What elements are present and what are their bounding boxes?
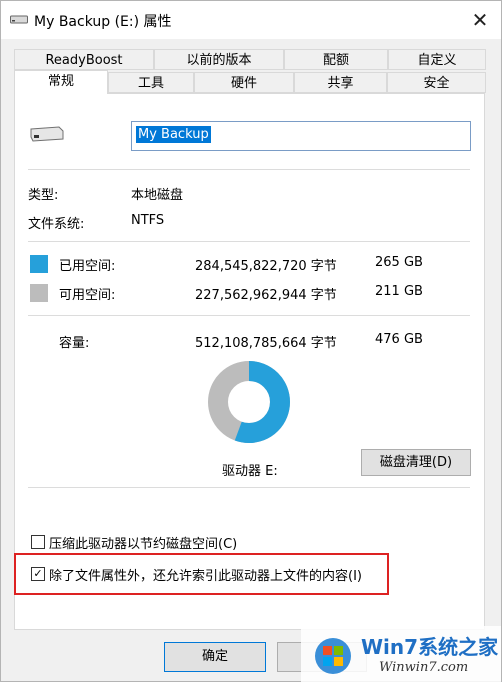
drive-letter-label: 驱动器 E: [222, 464, 278, 479]
capacity-bytes: 512,108,785,664 字节 [195, 336, 337, 351]
tab-customize[interactable]: 自定义 [388, 49, 486, 70]
index-label[interactable]: 除了文件属性外，还允许索引此驱动器上文件的内容(I) [49, 565, 362, 584]
separator [28, 315, 470, 316]
drive-name-input[interactable]: My Backup [131, 121, 471, 151]
tab-quota[interactable]: 配额 [284, 49, 388, 70]
used-space-bytes: 284,545,822,720 字节 [195, 259, 337, 274]
type-value: 本地磁盘 [131, 188, 184, 203]
tab-general[interactable]: 常规 [14, 70, 108, 94]
free-space-label: 可用空间: [59, 288, 116, 303]
ok-button[interactable]: 确定 [164, 642, 266, 672]
type-label: 类型: [28, 188, 59, 203]
usage-donut-chart [208, 361, 290, 443]
watermark-url: Winwin7.com [379, 660, 469, 675]
close-icon[interactable]: ✕ [467, 7, 493, 33]
free-space-swatch [30, 284, 48, 302]
title-bar: My Backup (E:) 属性 ✕ [1, 1, 501, 39]
tab-previous-versions[interactable]: 以前的版本 [154, 49, 284, 70]
tab-hardware[interactable]: 硬件 [194, 72, 294, 93]
separator [28, 487, 470, 488]
separator [28, 169, 470, 170]
filesystem-label: 文件系统: [28, 217, 85, 232]
tab-readyboost[interactable]: ReadyBoost [14, 49, 154, 70]
disk-cleanup-button[interactable]: 磁盘清理(D) [361, 449, 471, 476]
tab-security[interactable]: 安全 [387, 72, 486, 93]
free-space-gb: 211 GB [375, 284, 423, 299]
used-space-label: 已用空间: [59, 259, 116, 274]
hard-drive-icon [30, 126, 64, 142]
properties-window: My Backup (E:) 属性 ✕ ReadyBoost 以前的版本 配额 … [0, 0, 502, 683]
compress-checkbox[interactable] [31, 535, 45, 549]
compress-label[interactable]: 压缩此驱动器以节约磁盘空间(C) [49, 533, 237, 552]
tab-sharing[interactable]: 共享 [294, 72, 387, 93]
capacity-label: 容量: [59, 336, 90, 351]
used-space-swatch [30, 255, 48, 273]
used-space-gb: 265 GB [375, 255, 423, 270]
window-title: My Backup (E:) 属性 [34, 14, 172, 30]
capacity-gb: 476 GB [375, 332, 423, 347]
drive-icon [10, 15, 28, 24]
index-checkbox[interactable]: ✓ [31, 567, 45, 581]
tab-tools[interactable]: 工具 [108, 72, 194, 93]
separator [28, 241, 470, 242]
watermark: Win7系统之家 Winwin7.com [301, 626, 501, 683]
filesystem-value: NTFS [131, 213, 165, 228]
free-space-bytes: 227,562,962,944 字节 [195, 288, 337, 303]
drive-name-text: My Backup [136, 126, 211, 143]
watermark-brand: Win7系统之家 [361, 635, 499, 659]
